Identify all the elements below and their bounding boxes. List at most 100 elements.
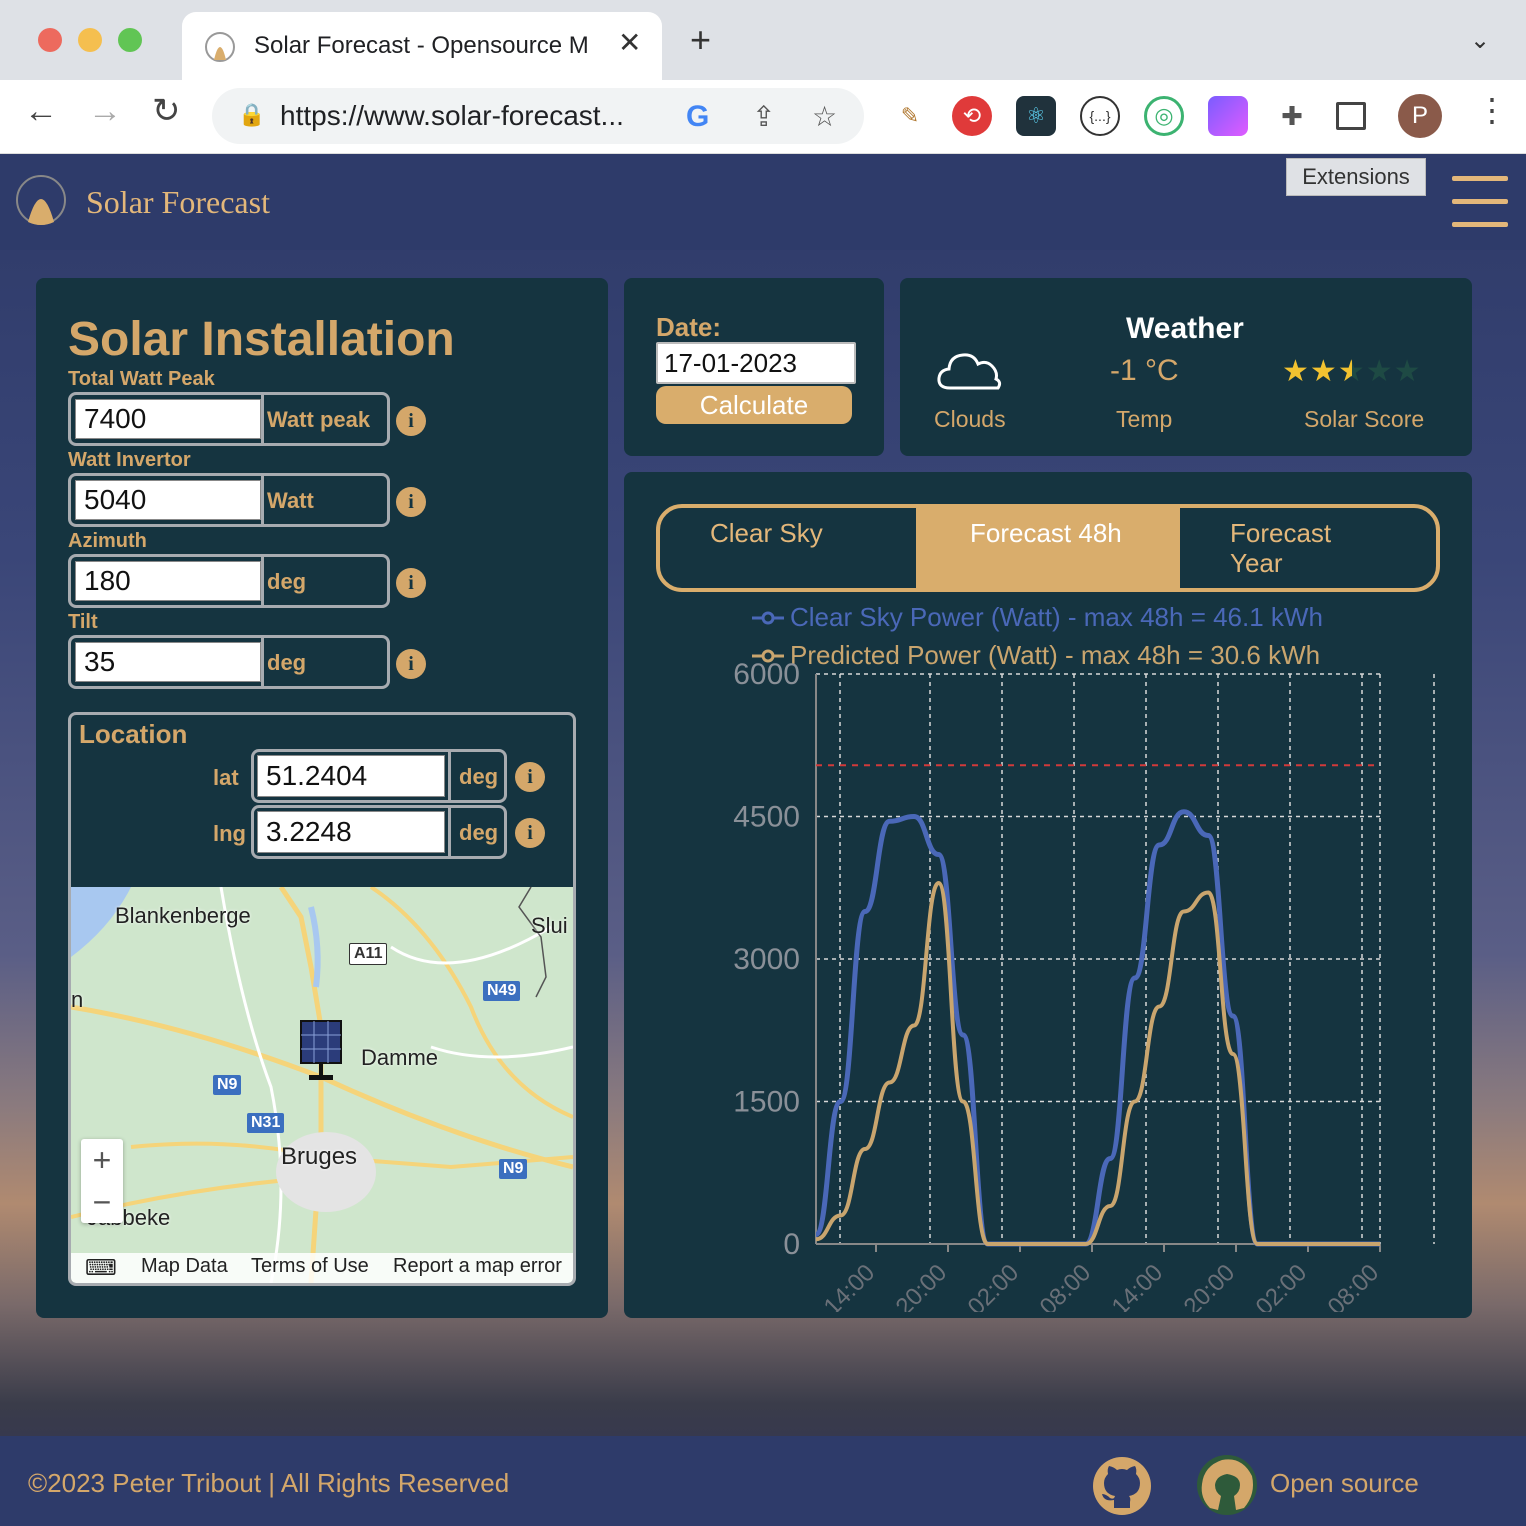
site-brand[interactable]: Solar Forecast [86, 184, 270, 221]
azimuth-info-icon[interactable]: i [396, 568, 426, 598]
maximize-window-button[interactable] [118, 28, 142, 52]
y-tick-label: 3000 [733, 943, 800, 976]
watt-peak-input[interactable] [75, 399, 261, 439]
report-map-error-link[interactable]: Report a map error [393, 1255, 562, 1278]
lat-info-icon[interactable]: i [515, 762, 545, 792]
watt-peak-info-icon[interactable]: i [396, 406, 426, 436]
lng-input[interactable] [257, 811, 445, 853]
new-tab-button[interactable]: + [690, 22, 711, 58]
lng-group: deg [251, 805, 507, 859]
map-attribution: ⌨ Map Data Terms of Use Report a map err… [71, 1253, 573, 1283]
map-label-blankenberge: Blankenberge [115, 903, 251, 928]
star-icon-filled: ★ [1282, 355, 1310, 388]
watt-invertor-info-icon[interactable]: i [396, 487, 426, 517]
target-extension-icon[interactable]: ◎ [1144, 96, 1184, 136]
tilt-info-icon[interactable]: i [396, 649, 426, 679]
tab-forecast-year[interactable]: Forecast Year [1230, 508, 1380, 588]
tilt-input[interactable] [75, 642, 261, 682]
x-tick-label: 02:00 [963, 1259, 1025, 1312]
cloud-icon [937, 353, 1002, 390]
map-label-edge: n [71, 987, 84, 1012]
react-devtools-icon[interactable]: ⚛ [1016, 96, 1056, 136]
date-input[interactable] [656, 342, 856, 384]
map-data-link[interactable]: Map Data [141, 1255, 228, 1278]
solar-logo-icon[interactable] [14, 170, 68, 230]
date-label: Date: [656, 312, 722, 342]
json-extension-icon[interactable]: {...} [1080, 96, 1120, 136]
lng-info-icon[interactable]: i [515, 818, 545, 848]
reload-icon[interactable]: ↻ [152, 94, 181, 128]
zoom-out-button[interactable]: − [81, 1181, 123, 1223]
star-icon-empty: ★ [1393, 355, 1422, 388]
y-tick-label: 6000 [733, 658, 800, 691]
star-icon-empty: ★ [1365, 355, 1394, 388]
road-badge-a11: A11 [349, 943, 388, 965]
installation-panel: Solar Installation Total Watt Peak Watt … [36, 278, 608, 1318]
lat-label: lat [213, 765, 239, 790]
browser-menu-icon[interactable]: ⋮ [1476, 94, 1508, 126]
lng-label: lng [213, 821, 246, 846]
lock-icon[interactable]: 🔒 [238, 102, 265, 128]
tab-clear-sky[interactable]: Clear Sky [660, 508, 916, 588]
share-icon[interactable]: ⇪ [752, 100, 775, 133]
terms-of-use-link[interactable]: Terms of Use [251, 1255, 369, 1278]
lat-unit: deg [459, 764, 499, 789]
google-lens-icon[interactable]: G [686, 100, 709, 134]
watt-invertor-group: Watt [68, 473, 390, 527]
open-source-icon[interactable] [1196, 1454, 1258, 1516]
map-label-sluis: Slui [531, 913, 568, 938]
x-tick-label: 02:00 [1251, 1259, 1313, 1312]
side-panel-icon[interactable] [1336, 102, 1366, 130]
zoom-in-button[interactable]: + [81, 1139, 123, 1181]
solar-score-label: Solar Score [1304, 406, 1425, 432]
forecast-chart[interactable]: 0150030004500600014:00 20:00 02:00 08:00 14:… [684, 652, 1464, 1312]
forward-arrow-icon[interactable]: → [88, 94, 122, 128]
lat-group: deg [251, 749, 507, 803]
solar-panel-marker-icon[interactable] [297, 1017, 347, 1083]
extensions-puzzle-icon[interactable]: ✚ [1272, 96, 1312, 136]
location-map[interactable]: Blankenberge Slui Damme Bruges Jabbeke n… [71, 887, 573, 1283]
road-badge-n9-east: N9 [499, 1159, 528, 1179]
minimize-window-button[interactable] [78, 28, 102, 52]
azimuth-label: Azimuth [68, 530, 147, 552]
open-source-link[interactable]: Open source [1270, 1468, 1419, 1499]
x-tick-label: 14:00 [819, 1259, 881, 1312]
github-icon[interactable] [1092, 1456, 1152, 1516]
x-tick-label: 08:00 [1035, 1259, 1097, 1312]
y-tick-label: 1500 [733, 1086, 800, 1119]
bookmark-star-icon[interactable]: ☆ [812, 100, 837, 133]
calculate-button[interactable]: Calculate [656, 386, 852, 424]
map-label-damme: Damme [361, 1045, 439, 1070]
tab-title: Solar Forecast - Opensource M [254, 32, 589, 59]
clouds-label: Clouds [934, 406, 1006, 432]
hamburger-menu-icon[interactable] [1452, 176, 1508, 228]
back-arrow-icon[interactable]: ← [24, 94, 58, 128]
site-navbar: Solar Forecast Extensions [0, 154, 1526, 250]
color-extension-icon[interactable] [1208, 96, 1248, 136]
tilt-label: Tilt [68, 611, 98, 633]
tab-close-icon[interactable]: ✕ [618, 26, 641, 59]
location-box: Location lat deg i lng deg i [68, 712, 576, 1286]
browser-tab-bar: Solar Forecast - Opensource M ✕ + ⌄ [0, 0, 1526, 80]
keyboard-icon[interactable]: ⌨ [85, 1255, 117, 1281]
eyedropper-extension-icon[interactable]: ✎ [890, 96, 930, 136]
address-bar[interactable]: 🔒 https://www.solar-forecast... G ⇪ ☆ [212, 88, 864, 144]
date-panel: Date: Calculate [624, 278, 884, 456]
page: Solar Forecast Extensions Solar Installa… [0, 154, 1526, 1526]
azimuth-input[interactable] [75, 561, 261, 601]
watt-peak-unit: Watt peak [267, 407, 371, 432]
clear-sky-power-line [813, 809, 1380, 1247]
tab-search-chevron-icon[interactable]: ⌄ [1470, 26, 1490, 55]
url-text[interactable]: https://www.solar-forecast... [280, 100, 624, 132]
forecast-panel: Clear Sky Forecast 48h Forecast Year Cle… [624, 472, 1472, 1318]
lat-input[interactable] [257, 755, 445, 797]
tab-forecast-48h[interactable]: Forecast 48h [916, 508, 1180, 588]
profile-avatar[interactable]: P [1398, 94, 1442, 138]
watt-invertor-input[interactable] [75, 480, 261, 520]
browser-tab[interactable]: Solar Forecast - Opensource M ✕ [182, 12, 662, 80]
location-title: Location [79, 719, 188, 749]
legend-clear-sky[interactable]: Clear Sky Power (Watt) - max 48h = 46.1 … [790, 602, 1323, 633]
y-tick-label: 4500 [733, 801, 800, 834]
sync-extension-icon[interactable]: ⟲ [952, 96, 992, 136]
close-window-button[interactable] [38, 28, 62, 52]
